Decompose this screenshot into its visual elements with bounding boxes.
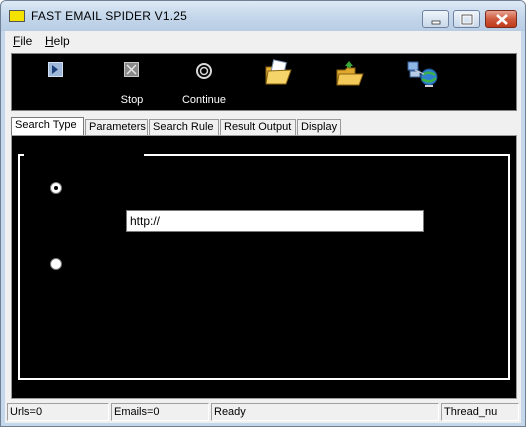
start-icon [48, 62, 63, 77]
alternate-mode-radio[interactable] [50, 258, 62, 270]
search-type-groupbox [18, 154, 510, 380]
tab-display[interactable]: Display [297, 119, 341, 135]
minimize-button[interactable] [422, 10, 449, 28]
url-mode-radio[interactable] [50, 182, 62, 194]
tab-search-type[interactable]: Search Type [11, 117, 84, 135]
tab-strip: Search Type Parameters Search Rule Resul… [11, 117, 517, 135]
status-state: Ready [211, 403, 439, 421]
groupbox-caption-gap [24, 152, 144, 158]
close-icon [496, 14, 508, 25]
search-type-panel [11, 135, 517, 399]
status-urls: Urls=0 [7, 403, 109, 421]
export-folder-icon [336, 61, 364, 86]
status-threads: Thread_nu [441, 403, 519, 421]
tab-search-rule[interactable]: Search Rule [149, 119, 219, 135]
maximize-icon [460, 13, 474, 26]
minimize-icon [431, 20, 441, 25]
continue-icon [196, 63, 212, 79]
main-window: FAST EMAIL SPIDER V1.25 File Help Stop C… [0, 0, 526, 427]
menu-bar: File Help [5, 31, 521, 50]
network-button[interactable] [400, 54, 448, 110]
network-globe-icon [407, 61, 438, 87]
stop-label: Stop [120, 94, 144, 106]
radio-selected-dot [54, 186, 58, 190]
app-icon [9, 10, 25, 22]
start-url-input[interactable] [126, 210, 424, 232]
client-area: File Help Stop Continue Search Type Para… [5, 31, 521, 423]
menu-help[interactable]: Help [45, 34, 70, 48]
open-button[interactable] [256, 54, 300, 110]
export-button[interactable] [328, 54, 372, 110]
stop-button[interactable]: Stop [104, 54, 160, 110]
status-bar: Urls=0 Emails=0 Ready Thread_nu [5, 401, 521, 423]
window-title: FAST EMAIL SPIDER V1.25 [31, 9, 187, 23]
toolbar: Stop Continue [11, 53, 517, 111]
menu-file[interactable]: File [13, 34, 32, 48]
title-bar[interactable]: FAST EMAIL SPIDER V1.25 [1, 1, 525, 31]
continue-label: Continue [181, 94, 227, 106]
open-folder-icon [265, 59, 292, 85]
continue-button[interactable]: Continue [176, 54, 232, 110]
tab-result-output[interactable]: Result Output [220, 119, 296, 135]
tab-parameters[interactable]: Parameters [85, 119, 148, 135]
stop-icon [124, 62, 139, 77]
maximize-button[interactable] [453, 10, 480, 28]
close-button[interactable] [485, 10, 517, 28]
status-emails: Emails=0 [111, 403, 209, 421]
start-button[interactable] [28, 54, 84, 110]
